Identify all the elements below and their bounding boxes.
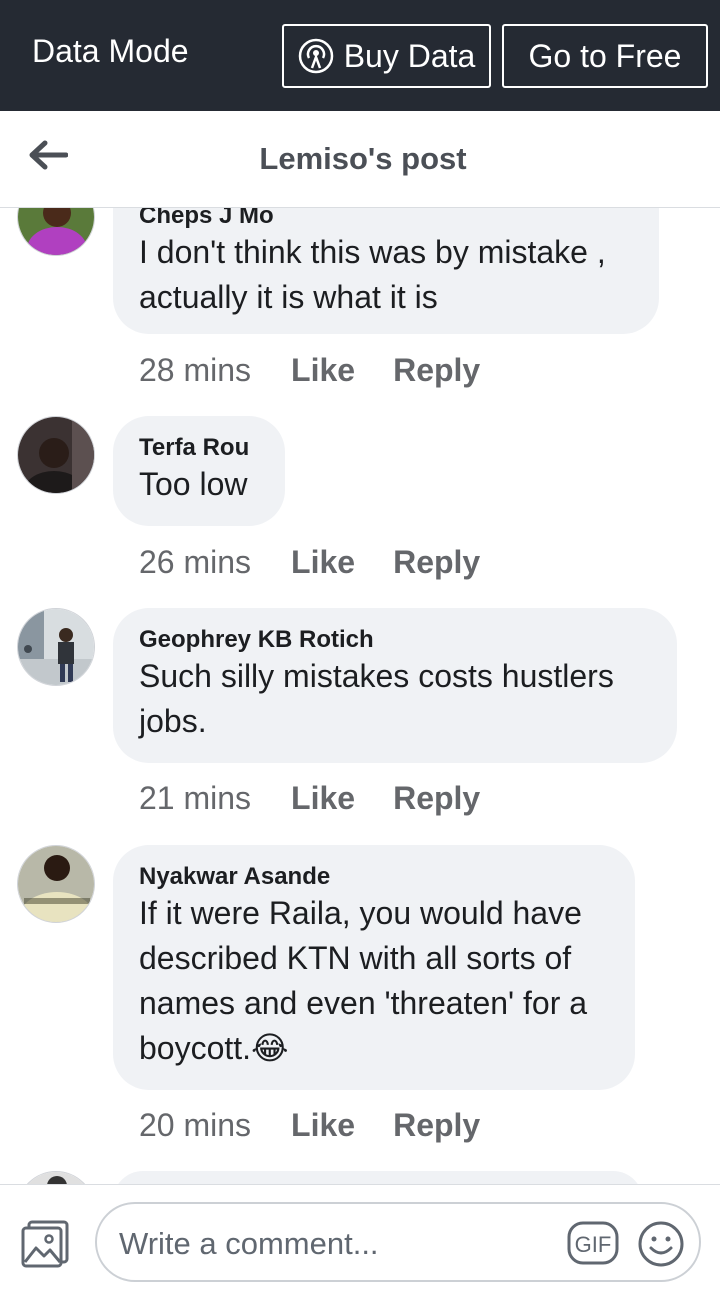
like-button[interactable]: Like [291,780,355,817]
comment-actions: 21 mins Like Reply [139,778,480,818]
reply-button[interactable]: Reply [393,352,480,389]
broadcast-icon [298,38,333,74]
like-button[interactable]: Like [291,1107,355,1144]
comment-text: Too low [139,466,248,502]
comment-actions: 28 mins Like Reply [139,350,480,390]
page-title: Lemiso's post [259,141,467,176]
avatar[interactable] [17,845,95,923]
reply-button[interactable]: Reply [393,780,480,817]
comments-feed[interactable]: Cheps J Mo I don't think this was by mis… [0,208,720,1185]
comment-actions: 26 mins Like Reply [139,542,480,582]
comment-bubble: Terfa Rou Too low [113,416,285,526]
go-to-free-label: Go to Free [528,37,682,74]
comment-text-body: If it were Raila, you would have describ… [139,895,588,1066]
comment-author[interactable]: Geophrey KB Rotich [139,626,651,654]
buy-data-button[interactable]: Buy Data [282,24,491,88]
comment-time[interactable]: 20 mins [139,1107,251,1144]
comment-actions: 20 mins Like Reply [139,1105,480,1145]
avatar-image [18,609,94,685]
gif-label: GIF [575,1232,612,1257]
comment-bubble: Geophrey KB Rotich Such silly mistakes c… [113,608,677,763]
comment-author[interactable]: Nyakwar Asande [139,863,609,891]
go-to-free-button[interactable]: Go to Free [502,24,708,88]
reply-button[interactable]: Reply [393,544,480,581]
comment-input[interactable]: Write a comment... GIF [95,1202,701,1282]
avatar[interactable] [17,208,95,256]
comment-time[interactable]: 26 mins [139,544,251,581]
comment-text: I don't think this was by mistake , actu… [139,234,606,315]
gif-icon[interactable]: GIF [567,1221,619,1265]
comment-bubble: Nyakwar Asande If it were Raila, you wou… [113,845,635,1090]
avatar[interactable] [17,416,95,494]
comment-composer: Write a comment... GIF [0,1184,720,1297]
avatar[interactable] [17,608,95,686]
photo-icon[interactable] [20,1218,72,1270]
comment-text: Such silly mistakes costs hustlers jobs. [139,658,614,739]
laughing-emoji: 😂 [251,1030,289,1066]
comment-bubble: Cheps J Mo I don't think this was by mis… [113,208,659,334]
comment-bubble [113,1171,643,1185]
data-mode-label: Data Mode [32,33,189,69]
comment-author[interactable]: Terfa Rou [139,434,259,462]
comment-text: If it were Raila, you would have describ… [139,891,609,1071]
comment-time[interactable]: 21 mins [139,780,251,817]
avatar-image [18,846,94,922]
like-button[interactable]: Like [291,352,355,389]
reply-button[interactable]: Reply [393,1107,480,1144]
buy-data-label: Buy Data [343,37,476,74]
avatar-image [18,417,94,493]
comment-author[interactable]: Cheps J Mo [139,208,633,230]
like-button[interactable]: Like [291,544,355,581]
comment-input-placeholder: Write a comment... [119,1226,379,1261]
post-header: Lemiso's post [0,111,720,208]
smiley-icon[interactable] [637,1220,685,1268]
avatar[interactable] [17,1171,95,1185]
comment-time[interactable]: 28 mins [139,352,251,389]
avatar-image [18,208,94,255]
data-mode-bar: Data Mode Buy Data Go to Free [0,0,720,111]
